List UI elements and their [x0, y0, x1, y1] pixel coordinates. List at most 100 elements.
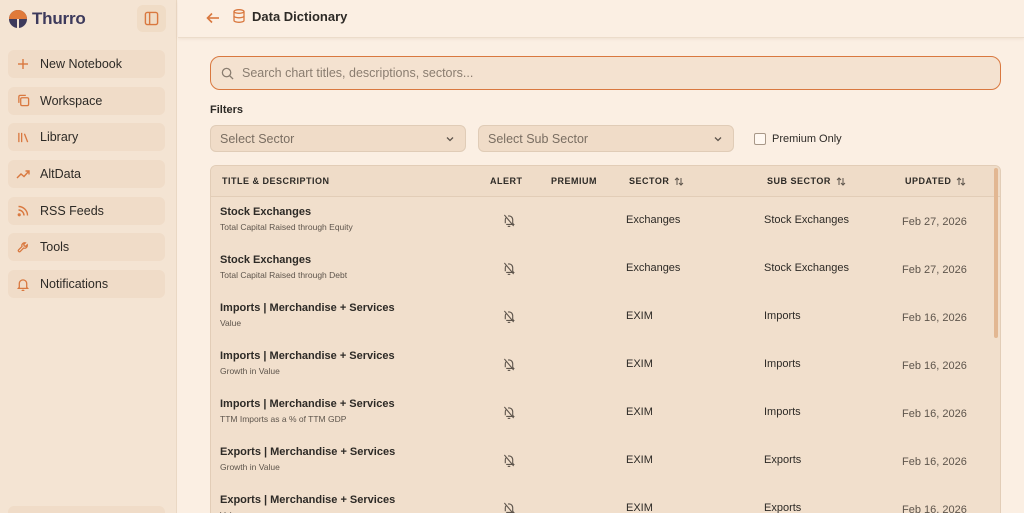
premium-only-checkbox[interactable] — [754, 133, 766, 145]
sort-icon — [836, 176, 846, 186]
sidebar-item-library[interactable]: Library — [8, 123, 165, 152]
row-subsector: Stock Exchanges — [764, 214, 849, 226]
bell-off-icon[interactable] — [503, 358, 517, 372]
table-row[interactable]: Imports | Merchandise + Services Growth i… — [211, 341, 1000, 389]
row-title: Imports | Merchandise + Services — [220, 302, 395, 314]
sidebar-item-label: AltData — [40, 167, 81, 182]
row-updated: Feb 16, 2026 — [902, 456, 967, 468]
subsector-select[interactable]: Select Sub Sector — [478, 125, 734, 152]
sidebar-item-tools[interactable]: Tools — [8, 233, 165, 262]
sidebar-footer-item[interactable] — [8, 506, 165, 513]
table-row[interactable]: Imports | Merchandise + Services TTM Impo… — [211, 389, 1000, 437]
row-sector: EXIM — [626, 454, 653, 466]
bell-off-icon[interactable] — [503, 310, 517, 324]
sidebar-toggle-button[interactable] — [137, 5, 166, 32]
panel-left-icon — [144, 11, 159, 26]
row-sector: EXIM — [626, 358, 653, 370]
row-description: Growth in Value — [220, 366, 280, 376]
table-row[interactable]: Stock Exchanges Total Capital Raised thro… — [211, 197, 1000, 245]
sidebar-nav: New Notebook Workspace Library AltData R… — [8, 50, 165, 307]
table-row[interactable]: Exports | Merchandise + ServicesValueEXI… — [211, 485, 1000, 513]
row-updated: Feb 16, 2026 — [902, 504, 967, 513]
table-row[interactable]: Stock Exchanges Total Capital Raised thro… — [211, 245, 1000, 293]
chevron-down-icon — [446, 137, 454, 142]
sidebar-item-new-notebook[interactable]: New Notebook — [8, 50, 165, 78]
row-subsector: Exports — [764, 454, 802, 466]
row-sector: EXIM — [626, 310, 653, 322]
premium-only-label: Premium Only — [772, 133, 842, 145]
data-table: TITLE & DESCRIPTION ALERT PREMIUM SECTOR… — [210, 165, 1001, 513]
row-title: Exports | Merchandise + Services — [220, 494, 396, 506]
sort-icon — [674, 176, 684, 186]
row-description: TTM Imports as a % of TTM GDP — [220, 414, 347, 424]
column-header-subsector[interactable]: SUB SECTOR — [767, 176, 846, 186]
arrow-left-icon — [206, 12, 219, 24]
top-header: Data Dictionary — [178, 0, 1024, 38]
row-title: Imports | Merchandise + Services — [220, 398, 395, 410]
logo[interactable]: Thurro — [8, 9, 86, 29]
wrench-icon — [16, 240, 30, 254]
plus-icon — [16, 57, 30, 71]
row-subsector: Imports — [764, 310, 801, 322]
library-icon — [16, 130, 30, 144]
row-description: Value — [220, 318, 242, 328]
table-scrollbar[interactable] — [994, 168, 998, 338]
sidebar: Thurro New Notebook Workspace Library Al… — [0, 0, 177, 513]
row-sector: Exchanges — [626, 262, 681, 274]
table-row[interactable]: Exports | Merchandise + Services Growth i… — [211, 437, 1000, 485]
column-header-updated[interactable]: UPDATED — [905, 176, 966, 186]
bell-off-icon[interactable] — [503, 406, 517, 420]
row-title: Stock Exchanges — [220, 206, 312, 218]
bell-off-icon[interactable] — [503, 454, 517, 468]
database-icon — [233, 9, 245, 23]
premium-only-toggle[interactable]: Premium Only — [754, 133, 842, 145]
search-bar[interactable] — [210, 56, 1001, 90]
search-input[interactable] — [242, 66, 982, 80]
column-header-sector[interactable]: SECTOR — [629, 176, 684, 186]
row-sector: EXIM — [626, 406, 653, 418]
sidebar-item-rss-feeds[interactable]: RSS Feeds — [8, 196, 165, 225]
column-header-title: TITLE & DESCRIPTION — [222, 176, 330, 186]
row-updated: Feb 27, 2026 — [902, 216, 967, 228]
row-subsector: Exports — [764, 502, 802, 513]
bell-icon — [16, 277, 30, 291]
row-sector: Exchanges — [626, 214, 681, 226]
bell-off-icon[interactable] — [503, 214, 517, 228]
sidebar-item-notifications[interactable]: Notifications — [8, 270, 165, 299]
sidebar-item-label: Notifications — [40, 277, 109, 292]
search-icon — [221, 67, 234, 80]
copy-icon — [16, 94, 30, 108]
back-button[interactable] — [204, 9, 222, 27]
row-title: Exports | Merchandise + Services — [220, 446, 396, 458]
sidebar-item-workspace[interactable]: Workspace — [8, 86, 165, 115]
row-updated: Feb 16, 2026 — [902, 360, 967, 372]
sector-select[interactable]: Select Sector — [210, 125, 466, 152]
column-header-alert: ALERT — [490, 176, 523, 186]
subsector-select-value: Select Sub Sector — [488, 131, 589, 146]
page-title: Data Dictionary — [252, 9, 348, 24]
sidebar-item-label: Tools — [40, 240, 70, 255]
sector-select-value: Select Sector — [220, 131, 295, 146]
row-subsector: Stock Exchanges — [764, 262, 849, 274]
filters-label: Filters — [210, 104, 244, 116]
row-updated: Feb 16, 2026 — [902, 312, 967, 324]
app-name: Thurro — [32, 9, 86, 28]
thurro-logo-icon — [9, 10, 27, 28]
row-description: Total Capital Raised through Equity — [220, 222, 353, 232]
bell-off-icon[interactable] — [503, 502, 517, 513]
sidebar-item-altdata[interactable]: AltData — [8, 160, 165, 189]
bell-off-icon[interactable] — [503, 262, 517, 276]
sidebar-item-label: Library — [40, 130, 79, 145]
sidebar-item-label: Workspace — [40, 93, 103, 108]
row-updated: Feb 27, 2026 — [902, 264, 967, 276]
sidebar-item-label: RSS Feeds — [40, 203, 104, 218]
table-row[interactable]: Imports | Merchandise + Services Value EXI… — [211, 293, 1000, 341]
column-header-premium: PREMIUM — [551, 176, 597, 186]
rss-icon — [16, 204, 30, 218]
row-subsector: Imports — [764, 406, 801, 418]
trending-icon — [16, 167, 30, 181]
row-title: Stock Exchanges — [220, 254, 312, 266]
row-sector: EXIM — [626, 502, 653, 513]
row-subsector: Imports — [764, 358, 801, 370]
row-description: Growth in Value — [220, 462, 280, 472]
